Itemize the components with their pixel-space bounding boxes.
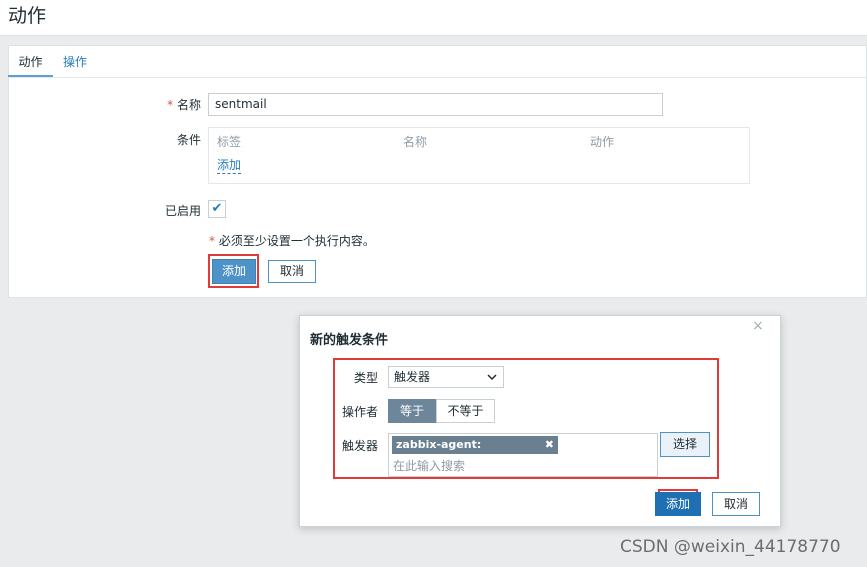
select-button[interactable]: 选择 (660, 432, 710, 457)
operator-equals-option[interactable]: 等于 (388, 399, 436, 423)
conditions-column-label: 标签 (217, 135, 242, 149)
cancel-button[interactable]: 取消 (268, 260, 316, 283)
conditions-column-action: 动作 (590, 135, 615, 149)
operator-label: 操作者 (341, 405, 378, 419)
tab-action[interactable]: 动作 (8, 53, 53, 77)
enabled-checkbox[interactable]: ✔ (208, 200, 226, 218)
trigger-search-placeholder[interactable]: 在此输入搜索 (393, 457, 465, 474)
tab-operations[interactable]: 操作 (63, 53, 87, 70)
trigger-label: 触发器 (341, 439, 378, 453)
validation-marker: * (209, 234, 215, 248)
validation-note: * 必须至少设置一个执行内容。 (209, 232, 375, 249)
type-select[interactable]: 触发器 (388, 366, 504, 388)
name-label: * 名称 (150, 96, 201, 113)
validation-text: 必须至少设置一个执行内容。 (218, 234, 375, 248)
conditions-label: 条件 (176, 133, 201, 147)
tab-divider (8, 77, 867, 78)
operator-not-equals-option[interactable]: 不等于 (436, 399, 495, 423)
trigger-chip: zabbix-agent: nginx_status ✖ (392, 436, 558, 469)
name-field[interactable]: sentmail (208, 93, 663, 116)
type-label: 类型 (353, 371, 378, 385)
page-title: 动作 (8, 5, 47, 27)
add-button[interactable]: 添加 (212, 259, 256, 284)
conditions-column-name: 名称 (403, 135, 428, 149)
conditions-table (208, 127, 750, 184)
close-icon[interactable]: × (752, 318, 764, 334)
page-header (0, 0, 867, 36)
required-marker: * (167, 98, 174, 112)
conditions-add-link[interactable]: 添加 (217, 156, 242, 174)
remove-icon[interactable]: ✖ (545, 436, 554, 454)
chevron-down-icon (487, 374, 497, 381)
watermark: CSDN @weixin_44178770 (620, 537, 841, 557)
enabled-label: 已启用 (164, 204, 201, 218)
type-select-value: 触发器 (394, 370, 431, 384)
dialog-cancel-button[interactable]: 取消 (712, 492, 760, 516)
dialog-title: 新的触发条件 (310, 333, 389, 348)
dialog-add-button[interactable]: 添加 (655, 492, 701, 516)
name-label-text: 名称 (176, 98, 201, 112)
